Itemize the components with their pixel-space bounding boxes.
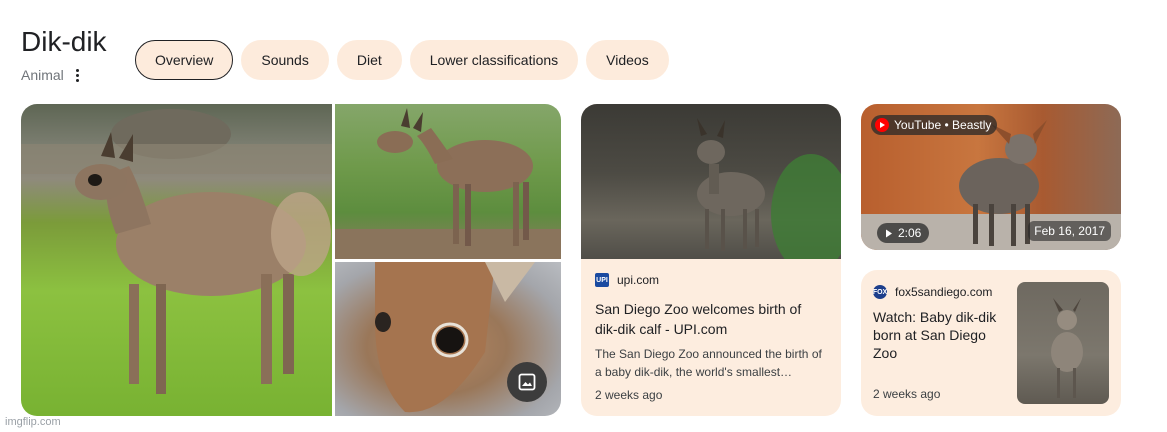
page-title: Dik-dik bbox=[21, 26, 107, 57]
article-thumbnail bbox=[1017, 282, 1109, 404]
tab-diet[interactable]: Diet bbox=[336, 40, 402, 80]
dik-dik-standing-illustration bbox=[21, 109, 332, 394]
article-headline[interactable]: San Diego Zoo welcomes birth of dik-dik … bbox=[595, 299, 827, 339]
tab-overview[interactable]: Overview bbox=[135, 40, 234, 80]
tab-videos[interactable]: Videos bbox=[586, 40, 669, 80]
tab-lower-classifications[interactable]: Lower classifications bbox=[409, 40, 579, 80]
youtube-logo-icon bbox=[875, 118, 889, 132]
entity-type-label: Animal bbox=[21, 67, 64, 83]
article-source: FOX fox5sandiego.com bbox=[873, 285, 1011, 299]
article-source-name: fox5sandiego.com bbox=[895, 285, 993, 299]
entity-type: Animal bbox=[21, 67, 81, 83]
article-headline[interactable]: Watch: Baby dik-dik born at San Diego Zo… bbox=[873, 308, 1011, 362]
article-age: 2 weeks ago bbox=[873, 387, 941, 401]
baby-dik-dik-illustration bbox=[1051, 298, 1083, 398]
image-search-button[interactable] bbox=[507, 362, 547, 402]
dik-dik-field-illustration bbox=[335, 108, 561, 259]
article-card-upi[interactable]: UPI upi.com San Diego Zoo welcomes birth… bbox=[581, 104, 841, 416]
video-play-button[interactable]: 2:06 bbox=[877, 223, 930, 243]
video-date: Feb 16, 2017 bbox=[1028, 221, 1111, 241]
article-thumbnail bbox=[581, 104, 841, 274]
more-options-icon[interactable] bbox=[74, 68, 81, 82]
play-icon bbox=[886, 229, 892, 237]
video-source-badge: YouTube • Beastly bbox=[871, 115, 998, 135]
article-snippet: The San Diego Zoo announced the birth of… bbox=[595, 347, 822, 379]
dik-dik-image-main[interactable] bbox=[21, 104, 332, 416]
video-card[interactable]: YouTube • Beastly 2:06 Feb 16, 2017 bbox=[861, 104, 1121, 250]
fox5-favicon-icon: FOX bbox=[873, 285, 887, 299]
video-channel: YouTube • Beastly bbox=[894, 118, 992, 132]
image-search-icon bbox=[518, 373, 536, 391]
article-source: UPI upi.com bbox=[595, 273, 827, 287]
dik-dik-zoo-illustration bbox=[697, 118, 841, 274]
article-source-name: upi.com bbox=[617, 273, 660, 287]
tab-sounds[interactable]: Sounds bbox=[241, 40, 329, 80]
tab-bar: Overview Sounds Diet Lower classificatio… bbox=[135, 40, 669, 80]
article-card-fox5[interactable]: FOX fox5sandiego.com Watch: Baby dik-dik… bbox=[861, 270, 1121, 416]
article-age: 2 weeks ago bbox=[595, 388, 663, 402]
watermark: imgflip.com bbox=[5, 416, 61, 428]
video-duration: 2:06 bbox=[898, 226, 922, 240]
dik-dik-image-field[interactable] bbox=[335, 104, 561, 259]
upi-favicon-icon: UPI bbox=[595, 273, 609, 287]
